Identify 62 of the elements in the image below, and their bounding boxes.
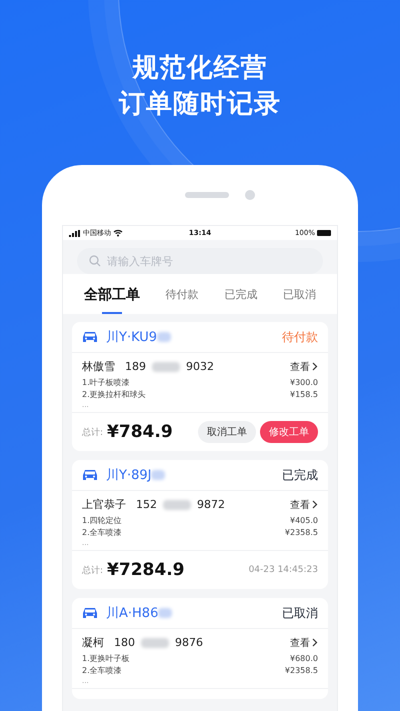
service-item: 2.全车喷漆	[82, 665, 122, 677]
blurred-area	[141, 638, 169, 648]
service-price: ¥300.0	[290, 377, 318, 389]
service-item: 1.叶子板喷漆	[82, 377, 130, 389]
service-item: 1.四轮定位	[82, 515, 122, 527]
view-link[interactable]: 查看	[290, 360, 318, 374]
search-icon	[89, 255, 101, 267]
service-price: ¥405.0	[290, 515, 318, 527]
total-amount: ¥784.9	[107, 422, 173, 442]
chevron-icon	[312, 362, 318, 371]
chevron-icon	[312, 638, 318, 647]
tab[interactable]: 待付款	[166, 287, 199, 314]
service-price: ¥2358.5	[284, 665, 318, 677]
customer-name: 上官恭子	[82, 497, 126, 512]
blurred-area	[152, 362, 180, 372]
total-label: 总计:	[82, 564, 104, 576]
tab[interactable]: 已完成	[224, 287, 258, 314]
signal-icon	[69, 230, 81, 236]
phone-number: 180	[114, 636, 135, 649]
headline-text: 规范化经营	[131, 52, 268, 85]
phone-number: 9872	[197, 498, 225, 511]
customer-name: 林傲雪	[82, 359, 115, 374]
blurred-area	[158, 608, 172, 618]
car-icon	[82, 469, 98, 481]
service-price: ¥158.5	[290, 389, 318, 401]
edit-button[interactable]: 修改工单	[260, 421, 318, 443]
tab[interactable]: 已取消	[283, 287, 316, 314]
battery-icon	[316, 230, 331, 236]
status-text: 已完成	[282, 466, 318, 484]
headline-text: 订单随时记录	[118, 88, 282, 121]
speaker-icon	[185, 192, 229, 198]
tab[interactable]: 全部工单	[84, 286, 140, 314]
status-text: 已取消	[282, 604, 318, 622]
plate-number: 川Y·KU9	[106, 329, 158, 346]
phone-number: 9032	[186, 360, 214, 373]
cancel-button[interactable]: 取消工单	[198, 421, 256, 443]
timestamp: 04-23 14:45:23	[248, 565, 318, 575]
phone-number: 189	[125, 360, 146, 373]
status-text: 待付款	[282, 328, 318, 346]
chevron-icon	[312, 500, 318, 509]
car-icon	[82, 331, 98, 343]
service-item: 1.更换叶子板	[82, 653, 130, 665]
service-price: ¥2358.5	[284, 527, 318, 539]
search-field[interactable]: 请输入车牌号	[77, 248, 323, 274]
service-item: 2.全车喷漆	[82, 527, 122, 539]
camera-icon	[245, 190, 255, 200]
service-item: 2.更换拉杆和球头	[82, 389, 146, 401]
view-link[interactable]: 查看	[290, 636, 318, 650]
wifi-icon	[113, 229, 123, 237]
blurred-area	[163, 500, 191, 510]
total-amount: ¥7284.9	[107, 560, 184, 580]
total-label: 总计:	[82, 426, 104, 438]
plate-number: 川Y·89J	[106, 467, 152, 484]
plate-number: 川A·H86	[106, 605, 158, 622]
car-icon	[82, 607, 98, 619]
view-link[interactable]: 查看	[290, 498, 318, 512]
phone-number: 152	[136, 498, 157, 511]
customer-name: 凝柯	[82, 635, 104, 650]
blurred-area	[151, 470, 166, 480]
service-price: ¥680.0	[290, 653, 318, 665]
phone-number: 9876	[175, 636, 203, 649]
blurred-area	[157, 332, 172, 342]
